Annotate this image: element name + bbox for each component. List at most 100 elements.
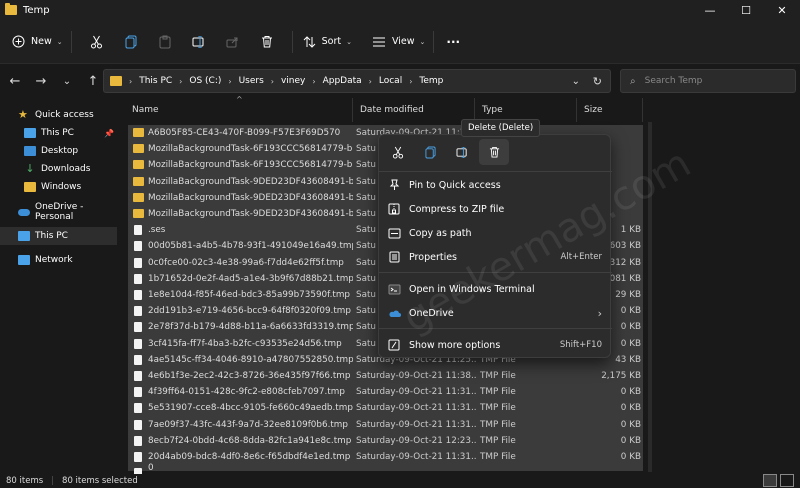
pc-icon <box>24 128 36 138</box>
sort-button[interactable]: Sort ⌄ <box>303 27 352 57</box>
nav-windows[interactable]: Windows <box>0 178 117 196</box>
file-name: 3cf415fa-ff7f-4ba3-b2fc-c93535e24d56.tmp <box>148 338 342 349</box>
file-type: TMP File <box>480 371 516 382</box>
chevron-right-icon: › <box>179 76 183 86</box>
nav-network[interactable]: Network <box>0 251 117 269</box>
file-name: 7ae09f37-43fc-443f-9a7d-32ee8109f0b6.tmp <box>148 419 348 430</box>
nav-this-pc-pinned[interactable]: This PC 📌 <box>0 124 117 142</box>
folder-icon <box>24 182 36 192</box>
file-size: 2,175 KB <box>601 371 641 382</box>
breadcrumb-temp[interactable]: Temp <box>419 76 443 86</box>
chevron-right-icon: › <box>270 76 274 86</box>
file-size: 0 KB <box>620 452 641 463</box>
nav-label: Downloads <box>41 164 91 174</box>
network-icon <box>18 255 30 265</box>
recent-button[interactable]: ⌄ <box>54 68 80 94</box>
menu-show-more-options[interactable]: Show more options Shift+F10 <box>379 334 612 356</box>
status-bar: 80 items | 80 items selected <box>0 474 800 488</box>
file-size: 0 KB <box>620 338 641 349</box>
chevron-down-icon[interactable]: ⌄ <box>572 76 580 87</box>
new-button[interactable]: New ⌄ <box>12 27 63 57</box>
pin-icon[interactable]: 📌 <box>104 129 114 138</box>
file-size: 0 KB <box>620 306 641 317</box>
file-icon <box>134 387 142 398</box>
nav-label: This PC <box>41 128 74 138</box>
menu-label: Pin to Quick access <box>409 179 501 191</box>
context-rename-button[interactable] <box>447 139 477 165</box>
menu-pin-quick-access[interactable]: Pin to Quick access <box>379 174 612 196</box>
details-view-icon[interactable] <box>763 474 777 487</box>
nav-this-pc[interactable]: This PC <box>0 227 117 245</box>
window-controls: — ☐ ✕ <box>692 0 800 20</box>
file-name: 2e78f37d-b179-4d88-b11a-6a6633fd3319.tmp <box>148 322 353 333</box>
arrow-left-icon: ← <box>9 73 21 89</box>
folder-icon <box>133 192 144 202</box>
arrow-right-icon: → <box>35 73 47 89</box>
view-button[interactable]: View ⌄ <box>372 27 425 57</box>
minimize-button[interactable]: — <box>692 0 728 20</box>
plus-circle-icon <box>12 35 25 48</box>
share-icon <box>226 37 238 47</box>
address-bar[interactable]: › This PC › OS (C:) › Users › viney › Ap… <box>103 69 611 93</box>
delete-button[interactable] <box>250 27 284 57</box>
arrow-up-icon: ↑ <box>87 73 99 89</box>
table-row[interactable]: 7ae09f37-43fc-443f-9a7d-32ee8109f0b6.tmp… <box>128 416 643 433</box>
table-row[interactable]: 4e6b1f3e-2ec2-42c3-8726-36e435f97f66.tmp… <box>128 368 643 385</box>
file-name: A6B05F85-CE43-470F-B099-F57E3F69D570 <box>148 128 341 139</box>
paste-button[interactable] <box>148 27 182 57</box>
download-icon: ↓ <box>25 162 35 175</box>
file-name: MozillaBackgroundTask-9DED23DF43608491-b… <box>148 209 353 220</box>
rename-button[interactable] <box>182 27 216 57</box>
table-row[interactable]: 4f39ff64-0151-428c-9fc2-e808cfeb7097.tmp… <box>128 384 643 401</box>
file-size: 081 KB <box>609 273 641 284</box>
cut-button[interactable] <box>80 27 114 57</box>
table-row[interactable]: 5e531907-cce8-4bcc-9105-fe660c49aedb.tmp… <box>128 400 643 417</box>
column-date[interactable]: Date modified <box>353 98 475 122</box>
file-name: 20d4ab09-bdc8-4df0-8e6c-f65dbdf4e1ed.tmp <box>148 452 351 463</box>
nav-desktop[interactable]: Desktop <box>0 142 117 160</box>
delete-tooltip: Delete (Delete) <box>461 119 541 137</box>
tiles-view-icon[interactable] <box>780 474 794 487</box>
search-box[interactable]: ⌕ Search Temp <box>620 69 796 93</box>
separator <box>291 30 293 53</box>
breadcrumb-viney[interactable]: viney <box>281 76 305 86</box>
breadcrumb-this-pc[interactable]: This PC <box>139 76 172 86</box>
sort-icon <box>303 35 315 48</box>
forward-button[interactable]: → <box>28 68 54 94</box>
close-button[interactable]: ✕ <box>764 0 800 20</box>
context-cut-button[interactable] <box>383 139 413 165</box>
table-row[interactable]: 0 <box>128 463 643 479</box>
address-row: ← → ⌄ ↑ › This PC › OS (C:) › Users › vi… <box>0 64 800 98</box>
breadcrumb-users[interactable]: Users <box>239 76 264 86</box>
breadcrumb-appdata[interactable]: AppData <box>323 76 362 86</box>
new-label: New <box>31 36 52 47</box>
pc-icon <box>18 231 30 241</box>
nav-downloads[interactable]: ↓ Downloads <box>0 160 117 178</box>
nav-label: OneDrive - Personal <box>35 202 84 222</box>
nav-onedrive[interactable]: OneDrive - Personal <box>0 202 117 222</box>
copy-button[interactable] <box>114 27 148 57</box>
refresh-icon[interactable]: ↻ <box>593 75 602 88</box>
chevron-right-icon: › <box>228 76 232 86</box>
file-size: 603 KB <box>609 241 641 252</box>
table-row[interactable]: 8ecb7f24-0bdd-4c68-8dda-82fc1a941e8c.tmp… <box>128 432 643 449</box>
file-size: 0 KB <box>620 403 641 414</box>
file-name: 0 <box>148 463 154 474</box>
maximize-button[interactable]: ☐ <box>728 0 764 20</box>
breadcrumb-local[interactable]: Local <box>379 76 402 86</box>
column-headers: Name ^ Date modified Type Size <box>125 95 645 122</box>
file-type: TMP File <box>480 387 516 398</box>
file-name: MozillaBackgroundTask-9DED23DF43608491-b… <box>148 176 353 187</box>
context-delete-button[interactable] <box>479 139 509 165</box>
back-button[interactable]: ← <box>2 68 28 94</box>
date-modified: Saturday-09-Oct-21 11:31... <box>356 387 476 398</box>
breadcrumb-os-c[interactable]: OS (C:) <box>189 76 221 86</box>
context-copy-button[interactable] <box>415 139 445 165</box>
share-button[interactable] <box>216 27 250 57</box>
nav-quick-access[interactable]: ★ Quick access <box>0 106 117 124</box>
chevron-right-icon: › <box>312 76 316 86</box>
star-icon: ★ <box>18 108 28 121</box>
column-size[interactable]: Size <box>577 98 643 122</box>
see-more-button[interactable]: ··· <box>446 27 460 57</box>
file-icon <box>134 290 142 300</box>
